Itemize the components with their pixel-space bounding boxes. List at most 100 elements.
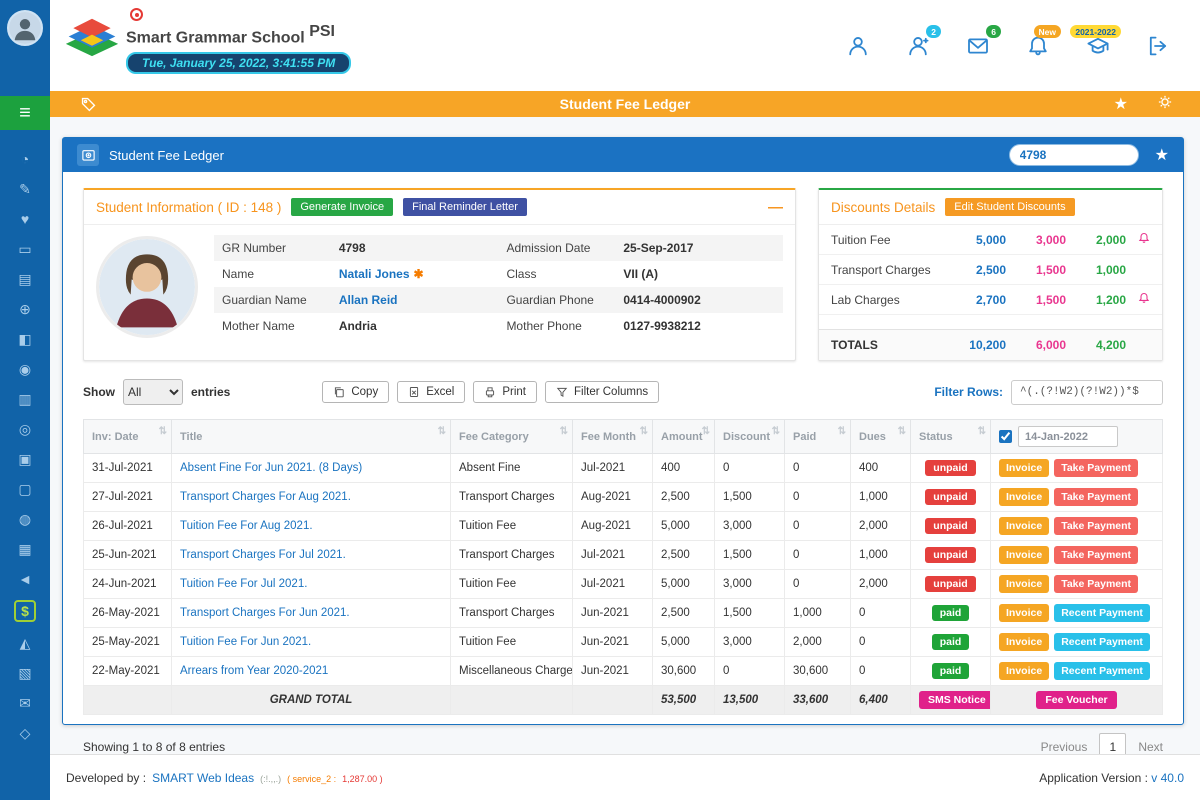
fee-title-link[interactable]: Absent Fine For Jun 2021. (8 Days) (180, 462, 362, 474)
announcements-icon[interactable]: ◄ (14, 570, 36, 588)
online-users-icon[interactable]: 2 (906, 34, 930, 58)
mother-name-value: Andria (331, 313, 499, 339)
col-inv-date[interactable]: Inv: Date⇅ (84, 420, 172, 454)
collapse-card-icon[interactable]: — (768, 199, 783, 216)
id-cards-icon[interactable]: ▭ (14, 240, 36, 258)
excel-button[interactable]: Excel (397, 381, 465, 403)
col-fee-month[interactable]: Fee Month⇅ (573, 420, 653, 454)
col-discount[interactable]: Discount⇅ (715, 420, 785, 454)
invoice-button[interactable]: Invoice (999, 604, 1049, 622)
inventory-icon[interactable]: ◧ (14, 330, 36, 348)
select-date-checkbox[interactable] (999, 430, 1012, 443)
fee-paid-cell: 0 (785, 570, 851, 599)
gr-number-value: 4798 (331, 235, 499, 261)
table-controls: Show All entries Copy Excel Print Filter… (83, 379, 1163, 405)
col-dues[interactable]: Dues⇅ (851, 420, 911, 454)
admin-user-icon[interactable] (846, 34, 870, 58)
student-settings-icon[interactable]: ✱ (414, 267, 424, 281)
fee-title-link[interactable]: Transport Charges For Jun 2021. (180, 607, 350, 619)
filter-columns-button[interactable]: Filter Columns (545, 381, 659, 403)
staff-icon[interactable]: ◉ (14, 360, 36, 378)
student-search-input[interactable] (1009, 144, 1139, 166)
fee-title-link[interactable]: Transport Charges For Aug 2021. (180, 491, 351, 503)
payment-button[interactable]: Recent Payment (1054, 662, 1150, 680)
logout-icon[interactable] (1146, 34, 1170, 58)
invoice-button[interactable]: Invoice (999, 546, 1049, 564)
notifications-icon[interactable]: New (1026, 34, 1050, 58)
fee-status-cell: unpaid (911, 512, 991, 541)
discount-alert-icon[interactable] (1126, 232, 1150, 247)
fee-category-cell: Transport Charges (451, 541, 573, 570)
hamburger-menu-icon[interactable]: ≡ (0, 96, 50, 130)
library-icon[interactable]: ▣ (14, 450, 36, 468)
invoice-button[interactable]: Invoice (999, 488, 1049, 506)
final-reminder-button[interactable]: Final Reminder Letter (403, 198, 527, 216)
col-fee-category[interactable]: Fee Category⇅ (451, 420, 573, 454)
printing-icon[interactable]: ▦ (14, 540, 36, 558)
student-admission-icon[interactable]: ✎ (14, 180, 36, 198)
fee-status-cell: paid (911, 657, 991, 686)
copy-button[interactable]: Copy (322, 381, 389, 403)
col-amount[interactable]: Amount⇅ (653, 420, 715, 454)
next-page-button[interactable]: Next (1138, 740, 1163, 754)
dashboard-icon[interactable]: ◔ (14, 150, 36, 168)
website-icon[interactable]: ⊕ (14, 300, 36, 318)
computer-lab-icon[interactable]: ▧ (14, 664, 36, 682)
student-attendance-icon[interactable]: ♥ (14, 210, 36, 228)
fee-title-link[interactable]: Transport Charges For Jul 2021. (180, 549, 346, 561)
favorite-icon[interactable]: ★ (1114, 94, 1128, 114)
invoice-button[interactable]: Invoice (999, 662, 1049, 680)
col-paid[interactable]: Paid⇅ (785, 420, 851, 454)
panel-star-icon[interactable]: ★ (1155, 145, 1169, 165)
payment-button[interactable]: Recent Payment (1054, 604, 1150, 622)
session-icon[interactable]: 2021-2022 (1086, 34, 1110, 58)
online-classes-icon[interactable]: ▢ (14, 480, 36, 498)
user-avatar[interactable] (7, 10, 43, 46)
developer-link[interactable]: SMART Web Ideas (152, 771, 254, 785)
settings-gears-icon[interactable] (1156, 93, 1174, 116)
payment-button[interactable]: Recent Payment (1054, 633, 1150, 651)
payment-button[interactable]: Take Payment (1054, 488, 1138, 506)
accounts-icon[interactable]: ◍ (14, 510, 36, 528)
fee-status-cell: paid (911, 599, 991, 628)
payment-button[interactable]: Take Payment (1054, 575, 1138, 593)
entries-select[interactable]: All (123, 379, 183, 405)
filter-rows-input[interactable] (1011, 380, 1163, 405)
discount-alert-icon[interactable] (1126, 292, 1150, 307)
guardian-name-link[interactable]: Allan Reid (339, 293, 398, 307)
payment-button[interactable]: Take Payment (1054, 546, 1138, 564)
student-fees-icon[interactable]: $ (14, 600, 36, 622)
homework-icon[interactable]: ▥ (14, 390, 36, 408)
invoice-button[interactable]: Invoice (999, 575, 1049, 593)
table-row: Mother Name Andria Mother Phone 0127-993… (214, 313, 783, 339)
messages-icon[interactable]: 6 (966, 34, 990, 58)
previous-page-button[interactable]: Previous (1041, 740, 1088, 754)
invoice-button[interactable]: Invoice (999, 633, 1049, 651)
fee-title-cell: Tuition Fee For Aug 2021. (172, 512, 451, 541)
exam-results-icon[interactable]: ▤ (14, 270, 36, 288)
col-status[interactable]: Status⇅ (911, 420, 991, 454)
fee-title-link[interactable]: Tuition Fee For Aug 2021. (180, 520, 313, 532)
payment-button[interactable]: Take Payment (1054, 517, 1138, 535)
col-title[interactable]: Title⇅ (172, 420, 451, 454)
student-photo (96, 236, 198, 338)
messaging-icon[interactable]: ✉ (14, 694, 36, 712)
generate-invoice-button[interactable]: Generate Invoice (291, 198, 393, 216)
fee-title-link[interactable]: Tuition Fee For Jul 2021. (180, 578, 307, 590)
status-badge: unpaid (925, 489, 975, 505)
sms-notice-button[interactable]: SMS Notice (919, 691, 991, 709)
laboratory-icon[interactable]: ◭ (14, 634, 36, 652)
student-name-link[interactable]: Natali Jones (339, 267, 410, 281)
invoice-button[interactable]: Invoice (999, 517, 1049, 535)
payment-button[interactable]: Take Payment (1054, 459, 1138, 477)
fee-title-link[interactable]: Tuition Fee For Jun 2021. (180, 636, 311, 648)
date-filter-input[interactable] (1018, 426, 1118, 447)
edit-discounts-button[interactable]: Edit Student Discounts (945, 198, 1074, 216)
parents-icon[interactable]: ◎ (14, 420, 36, 438)
fee-title-link[interactable]: Arrears from Year 2020-2021 (180, 665, 328, 677)
fee-actions-cell: Invoice Take Payment (991, 454, 1163, 483)
fee-voucher-button[interactable]: Fee Voucher (1036, 691, 1116, 709)
print-button[interactable]: Print (473, 381, 537, 403)
academics-icon[interactable]: ◇ (14, 724, 36, 742)
invoice-button[interactable]: Invoice (999, 459, 1049, 477)
